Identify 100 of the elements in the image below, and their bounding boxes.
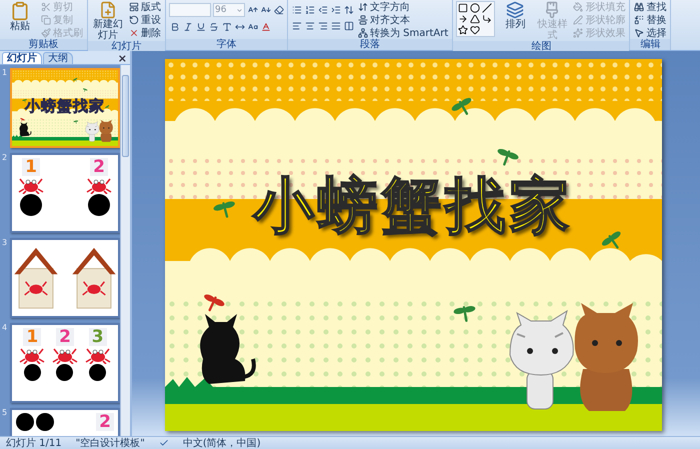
slide-number: 4 [0,323,8,333]
eraser-icon [274,5,284,15]
filled-circle [16,413,34,431]
dragonfly-icon [452,98,472,116]
columns-button[interactable] [343,19,354,32]
strikethrough-icon [208,22,218,32]
case-icon [248,22,258,32]
dragonfly-icon [498,148,518,166]
numeral: 2 [56,328,74,346]
crab-drawing [84,346,111,364]
heart-icon [470,25,480,35]
dragonfly-icon [602,231,621,250]
slide-number: 1 [0,68,8,78]
pane-tab[interactable]: 大纲 [43,52,73,64]
house-drawing [14,246,58,310]
ribbon-button[interactable]: 版式 [128,1,162,13]
pointer-icon [634,28,644,38]
italic-button[interactable] [182,20,193,33]
slide-number: 2 [0,153,8,163]
dragonfly-icon [454,306,476,322]
increase-indent-icon [330,4,340,14]
circle-icon [470,3,480,13]
dragonfly-icon [214,202,235,218]
reset-icon [129,15,139,25]
new-slide-icon [99,1,117,19]
numeral: 1 [23,328,42,346]
ribbon-button[interactable]: 替换 [633,14,668,26]
arrow-icon [458,14,468,24]
crab-drawing [52,346,78,364]
ribbon-button[interactable]: 删除 [128,27,162,39]
ribbon-button[interactable]: 对齐文本 [357,14,450,26]
align-left-icon [292,20,302,30]
shrink-font-icon [260,5,270,15]
bold-icon [170,22,180,32]
theme-name: "空白设计模板" [76,438,145,448]
filled-circle [36,413,54,431]
ribbon-button[interactable]: 粘贴 [3,1,37,32]
sparkles-icon [573,28,584,38]
align-center-icon [304,20,314,30]
group-label: 字体 [166,39,287,50]
crab-drawing [86,176,112,194]
crab-drawing [18,176,44,194]
numeral: 3 [88,328,107,346]
font-size-value: 96 [215,5,226,15]
ribbon-button[interactable]: 排列 [498,1,532,30]
paint-bucket-icon [573,2,584,12]
clipboard-icon [10,1,30,21]
copy-icon [41,15,51,25]
filled-circle [20,194,42,216]
grow-font-icon [248,5,258,15]
ribbon-button[interactable]: 转换为 SmartArt [357,27,450,39]
scrollbar[interactable] [120,65,130,436]
numeral: 1 [22,158,40,176]
paintbrush-icon [41,28,51,38]
filled-circle [56,364,74,381]
clear-format-button[interactable] [273,4,284,16]
decrease-indent-icon [318,4,328,14]
scrollbar-thumb[interactable] [122,75,129,157]
slide-thumbnail[interactable] [10,238,120,318]
filled-circle [88,194,110,216]
line-spacing-icon [344,4,354,14]
sitting-cat-drawing [200,314,256,384]
binoculars-icon [634,2,644,12]
justify-icon [330,20,340,30]
crab-drawing [19,346,46,364]
font-color-icon [260,22,270,32]
smartart-icon [358,28,368,38]
group-label: 剪贴板 [0,39,87,50]
pen-icon [573,15,584,25]
language: 中文(简体，中国) [182,438,261,448]
ribbon-button[interactable]: 重设 [128,14,162,26]
layout-icon [129,2,139,12]
group-label: 段落 [288,39,452,50]
align-right-icon [318,20,328,30]
ribbon-button[interactable]: 文字方向 [357,1,450,13]
filled-circle [89,364,106,381]
ribbon-button[interactable]: 查找 [633,1,668,13]
ribbon-button[interactable]: 新建幻灯片 [91,1,125,41]
underline-icon [196,22,206,32]
numeral: 2 [90,158,108,176]
ribbon-button[interactable]: 选择 [633,27,668,39]
caret-icon [236,6,243,14]
pane-tab[interactable]: 幻灯片 [2,52,42,64]
shapes-gallery[interactable] [456,1,496,37]
filled-circle [24,364,41,381]
connector-icon [482,14,492,24]
close-button[interactable]: × [114,53,130,64]
house-drawing [72,246,116,310]
group-label: 绘图 [453,41,630,52]
align-text-icon [358,15,368,25]
spellcheck-icon [158,438,169,448]
scissors-icon [41,2,51,12]
layers-icon [506,1,524,19]
italic-icon [182,22,192,32]
dragonfly-icon [204,294,224,312]
square-icon [458,3,468,13]
text-direction-icon [358,2,368,12]
font-name-field[interactable] [169,3,211,17]
star-icon [458,25,468,35]
group-label: 幻灯片 [88,41,165,52]
